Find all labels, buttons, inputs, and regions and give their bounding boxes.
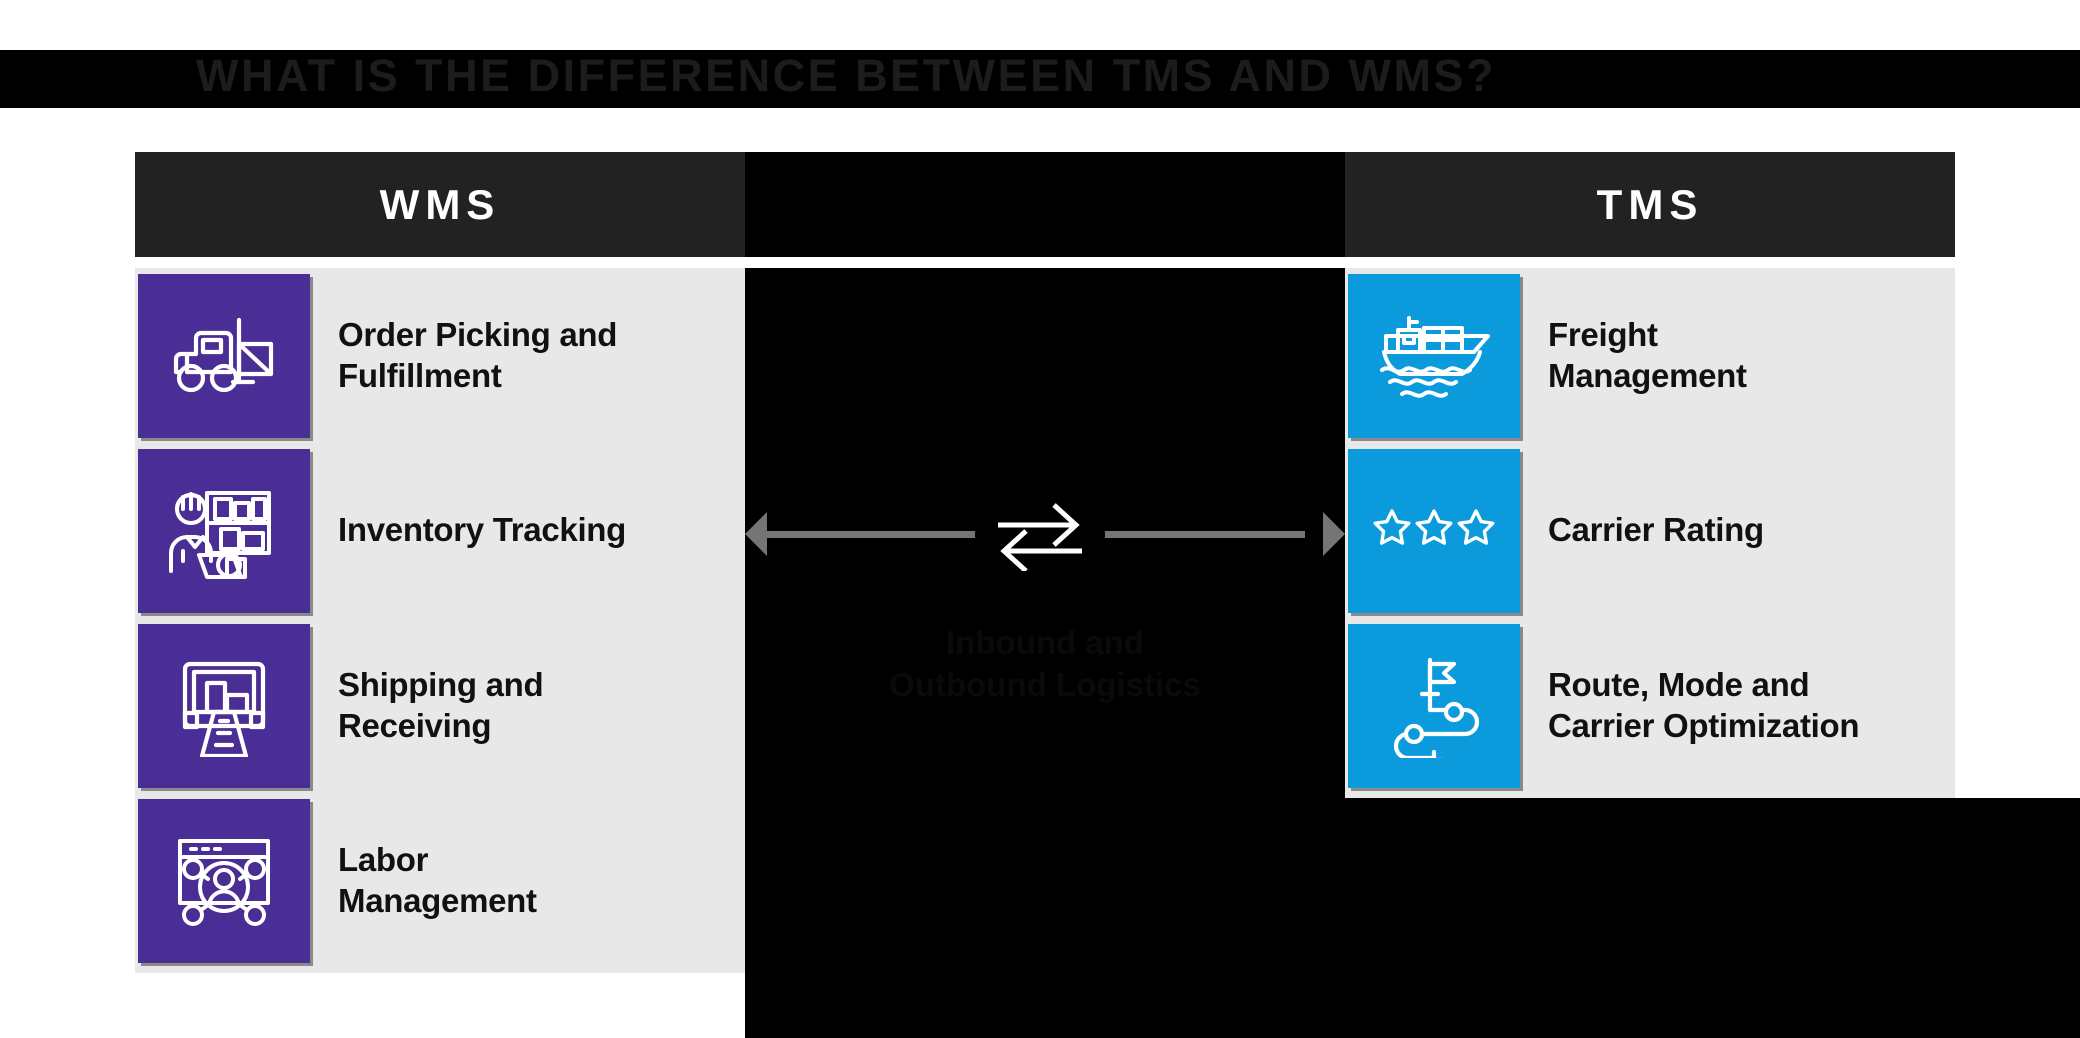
background-fill-bottom [745, 973, 2080, 1038]
list-item-label: Labor Management [310, 840, 745, 921]
arrow-right-icon [1323, 512, 1345, 556]
label-line-2: Receiving [338, 706, 492, 744]
list-item: Freight Management [1345, 268, 1955, 443]
label-line-1: Freight [1548, 316, 1658, 354]
middle-caption-line-1: Inbound and [946, 624, 1144, 661]
three-stars-icon [1348, 448, 1520, 613]
loading-dock-icon [138, 623, 310, 788]
forklift-icon [138, 273, 310, 438]
list-item: Labor Management [135, 793, 745, 968]
exchange-arrows-icon [975, 470, 1105, 600]
list-item: Shipping and Receiving [135, 618, 745, 793]
label-line-2: Management [338, 881, 537, 919]
inventory-worker-icon [138, 448, 310, 613]
route-flag-icon [1348, 623, 1520, 788]
label-line-1: Carrier Rating [1548, 511, 1764, 549]
list-item-label: Carrier Rating [1520, 510, 1955, 550]
middle-caption-line-2: Outbound Logistics [889, 666, 1201, 704]
list-item-label: Inventory Tracking [310, 510, 745, 550]
column-header-wms: WMS [135, 152, 745, 257]
label-line-1: Inventory Tracking [338, 511, 627, 549]
list-item: Route, Mode and Carrier Optimization [1345, 618, 1955, 793]
label-line-1: Order Picking and [338, 316, 618, 354]
list-item: Inventory Tracking [135, 443, 745, 618]
label-line-1: Shipping and [338, 666, 544, 704]
list-item-label: Order Picking and Fulfillment [310, 315, 745, 396]
labor-network-icon [138, 798, 310, 963]
page-title: WHAT IS THE DIFFERENCE BETWEEN TMS AND W… [196, 50, 1496, 101]
label-line-1: Route, Mode and [1548, 666, 1810, 704]
middle-panel [745, 268, 1345, 973]
label-line-2: Fulfillment [338, 356, 502, 394]
column-header-middle [745, 152, 1345, 257]
list-item: Order Picking and Fulfillment [135, 268, 745, 443]
label-line-1: Labor [338, 841, 429, 879]
list-item-label: Shipping and Receiving [310, 665, 745, 746]
list-item: Carrier Rating [1345, 443, 1955, 618]
list-item-label: Freight Management [1520, 315, 1955, 396]
label-line-2: Management [1548, 356, 1747, 394]
list-item-label: Route, Mode and Carrier Optimization [1520, 665, 1955, 746]
middle-caption: Inbound and Outbound Logistics [745, 622, 1345, 706]
cargo-ship-icon [1348, 273, 1520, 438]
arrow-left-icon [745, 512, 767, 556]
column-header-tms: TMS [1345, 152, 1955, 257]
label-line-2: Carrier Optimization [1548, 706, 1860, 744]
